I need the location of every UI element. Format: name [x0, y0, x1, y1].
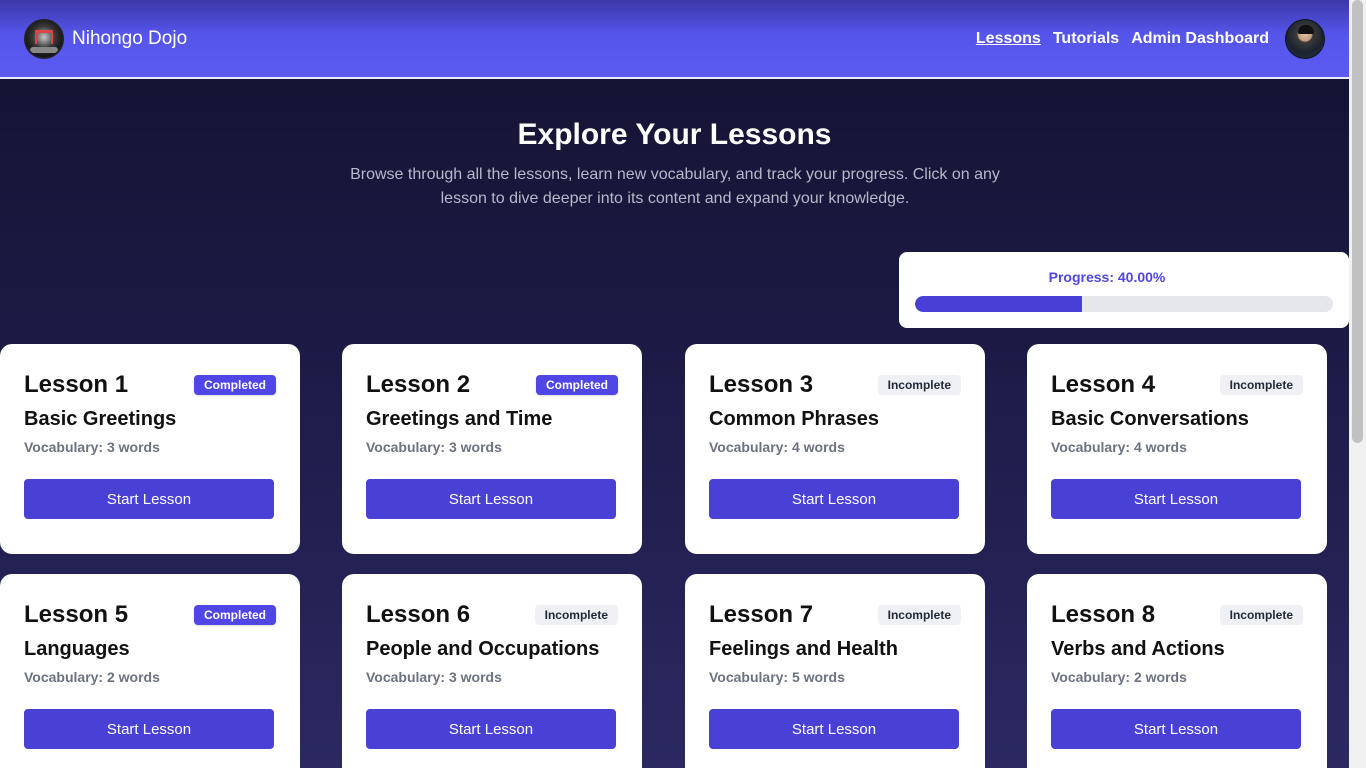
lesson-number: Lesson 4 — [1051, 371, 1156, 398]
lesson-number: Lesson 6 — [366, 601, 471, 628]
vocabulary-count: Vocabulary: 4 words — [709, 439, 845, 455]
progress-fill — [915, 296, 1083, 312]
progress-track — [915, 296, 1333, 312]
start-lesson-button[interactable]: Start Lesson — [709, 709, 959, 749]
navbar: Nihongo Dojo Lessons Tutorials Admin Das… — [0, 0, 1349, 79]
lesson-card[interactable]: Lesson 8 Incomplete Verbs and Actions Vocab… — [1027, 574, 1327, 768]
lesson-card[interactable]: Lesson 6 Incomplete People and Occupations… — [342, 574, 642, 768]
lesson-card[interactable]: Lesson 3 Incomplete Common Phrases Vocabula… — [685, 344, 985, 554]
lesson-title: Basic Greetings — [24, 408, 177, 430]
lesson-card[interactable]: Lesson 4 Incomplete Basic Conversations Voc… — [1027, 344, 1327, 554]
page-title: Explore Your Lessons — [517, 118, 832, 151]
start-lesson-button[interactable]: Start Lesson — [709, 479, 959, 519]
lesson-title: Basic Conversations — [1051, 408, 1249, 430]
lesson-card-header: Lesson 2 Completed — [366, 368, 618, 402]
vocabulary-count: Vocabulary: 4 words — [1051, 439, 1187, 455]
user-avatar[interactable] — [1285, 18, 1325, 59]
lesson-number: Lesson 5 — [24, 601, 129, 628]
brand[interactable]: Nihongo Dojo — [24, 18, 187, 59]
vocabulary-count: Vocabulary: 2 words — [1051, 669, 1187, 685]
lesson-number: Lesson 8 — [1051, 601, 1156, 628]
status-badge: Incomplete — [877, 375, 961, 395]
nav-links: Lessons Tutorials Admin Dashboard — [976, 18, 1325, 59]
lesson-title: Verbs and Actions — [1051, 638, 1225, 660]
progress-label: Progress: 40.00% — [1048, 269, 1166, 285]
lesson-card-header: Lesson 3 Incomplete — [709, 368, 961, 402]
progress-card: Progress: 40.00% — [899, 252, 1349, 328]
vocabulary-count: Vocabulary: 3 words — [24, 439, 160, 455]
lesson-card-header: Lesson 4 Incomplete — [1051, 368, 1303, 402]
vocabulary-count: Vocabulary: 5 words — [709, 669, 845, 685]
status-badge: Completed — [193, 375, 276, 395]
lesson-card-header: Lesson 7 Incomplete — [709, 598, 961, 632]
start-lesson-button[interactable]: Start Lesson — [24, 709, 274, 749]
lesson-card[interactable]: Lesson 5 Completed Languages Vocabulary: 2 … — [0, 574, 300, 768]
brand-name[interactable]: Nihongo Dojo — [72, 28, 187, 50]
dojo-logo-icon — [24, 18, 64, 59]
page-subtitle: Browse through all the lessons, learn ne… — [350, 166, 1000, 207]
lesson-card-header: Lesson 6 Incomplete — [366, 598, 618, 632]
nav-link-lessons[interactable]: Lessons — [976, 30, 1041, 48]
lesson-title: People and Occupations — [366, 638, 600, 660]
start-lesson-button[interactable]: Start Lesson — [1051, 709, 1301, 749]
scrollbar[interactable] — [1349, 0, 1366, 768]
vocabulary-count: Vocabulary: 3 words — [366, 439, 502, 455]
vocabulary-count: Vocabulary: 2 words — [24, 669, 160, 685]
lesson-title: Common Phrases — [709, 408, 880, 430]
start-lesson-button[interactable]: Start Lesson — [366, 479, 616, 519]
lesson-number: Lesson 1 — [24, 371, 129, 398]
status-badge: Incomplete — [1219, 605, 1303, 625]
lesson-title: Feelings and Health — [709, 638, 898, 660]
status-badge: Incomplete — [534, 605, 618, 625]
lesson-card[interactable]: Lesson 1 Completed Basic Greetings Vocabula… — [0, 344, 300, 554]
lesson-card-header: Lesson 8 Incomplete — [1051, 598, 1303, 632]
vocabulary-count: Vocabulary: 3 words — [366, 669, 502, 685]
status-badge: Incomplete — [877, 605, 961, 625]
lesson-number: Lesson 2 — [366, 371, 471, 398]
lesson-card-header: Lesson 1 Completed — [24, 368, 276, 402]
lesson-number: Lesson 3 — [709, 371, 814, 398]
status-badge: Completed — [193, 605, 276, 625]
nav-link-tutorials[interactable]: Tutorials — [1053, 30, 1119, 48]
lesson-card[interactable]: Lesson 2 Completed Greetings and Time Vocab… — [342, 344, 642, 554]
nav-link-admin-dashboard[interactable]: Admin Dashboard — [1131, 30, 1269, 48]
lesson-card-header: Lesson 5 Completed — [24, 598, 276, 632]
status-badge: Incomplete — [1219, 375, 1303, 395]
lesson-number: Lesson 7 — [709, 601, 814, 628]
lesson-card[interactable]: Lesson 7 Incomplete Feelings and Health Voc… — [685, 574, 985, 768]
lesson-title: Languages — [24, 638, 130, 660]
status-badge: Completed — [535, 375, 618, 395]
start-lesson-button[interactable]: Start Lesson — [366, 709, 616, 749]
start-lesson-button[interactable]: Start Lesson — [1051, 479, 1301, 519]
lesson-title: Greetings and Time — [366, 408, 553, 430]
scrollbar-thumb[interactable] — [1352, 0, 1363, 443]
start-lesson-button[interactable]: Start Lesson — [24, 479, 274, 519]
